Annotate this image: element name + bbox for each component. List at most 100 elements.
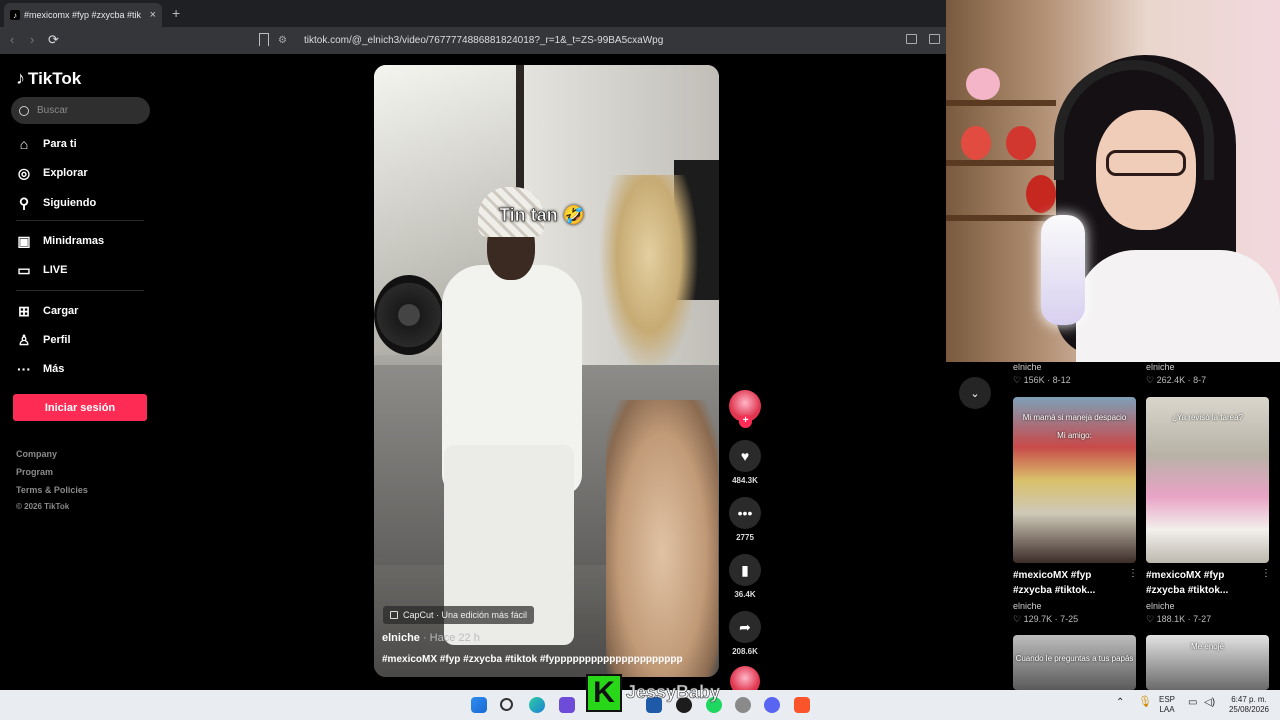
video-caption-overlay: Tin tan 🤣	[499, 205, 586, 226]
comment-count: 2775	[736, 533, 754, 542]
rec-author[interactable]: elniche	[1013, 601, 1078, 611]
like-count: 484.3K	[732, 476, 758, 485]
webcam-shelf	[946, 215, 1056, 221]
rec-author[interactable]: elniche	[1013, 362, 1071, 372]
video-author[interactable]: elniche · Hace 22 h	[382, 632, 480, 644]
clock[interactable]: 6:47 p. m. 25/08/2026	[1226, 695, 1272, 715]
discord-icon[interactable]	[764, 697, 780, 713]
sidebar-item-cargar[interactable]: ⊞ Cargar	[16, 303, 78, 319]
webcam-plush	[1006, 126, 1036, 160]
sidebar-item-para-ti[interactable]: ⌂ Para ti	[16, 136, 77, 152]
rec-thumbnail[interactable]: Cuando le preguntas a tus papás	[1013, 635, 1136, 690]
video-scene-plant	[599, 175, 699, 375]
share-icon[interactable]: ➦	[729, 611, 761, 643]
sidebar-item-minidramas[interactable]: ▣ Minidramas	[16, 233, 104, 249]
video-age: · Hace 22 h	[419, 632, 480, 644]
upload-icon: ⊞	[18, 302, 30, 319]
rec-author[interactable]: elniche	[1146, 601, 1211, 611]
url-field[interactable]: ⚙ tiktok.com/@_elnich3/video/76777748868…	[278, 30, 942, 51]
rec-thumb-caption: Mi amigo:	[1057, 431, 1092, 440]
microphone-icon[interactable]: 🎙	[1138, 697, 1152, 708]
footer-copyright: © 2026 TikTok	[16, 502, 70, 511]
browser-tab-bar: ♪ #mexicomx #fyp #zxycba #tik × +	[0, 0, 946, 27]
taskbar-search-icon[interactable]	[500, 698, 513, 711]
webcam-plush	[966, 68, 1000, 100]
video-player[interactable]: Tin tan 🤣 CapCut · Una edición más fácil…	[374, 65, 719, 677]
footer-link-terms[interactable]: Terms & Policies	[16, 485, 88, 495]
rec-title[interactable]: #mexicoMX #fyp #zxycba #tiktok...	[1013, 568, 1133, 598]
tiktok-logo[interactable]: ♪ TikTok	[16, 68, 81, 89]
rec-thumbnail[interactable]: Me enojé	[1146, 635, 1269, 690]
settings-gear-icon[interactable]	[735, 697, 751, 713]
video-scene-fan	[374, 275, 444, 355]
tiktok-sidebar: ♪ TikTok Buscar ⌂ Para ti ◎ Explorar ⚲ S…	[0, 54, 160, 690]
rec-heart-icon: ♡	[1013, 614, 1024, 624]
stream-k-logo: K	[586, 674, 622, 712]
like-action[interactable]: ♥ 484.3K	[727, 440, 763, 485]
rec-meta: elniche ♡ 188.1K · 7-27	[1146, 601, 1212, 624]
more-options-icon[interactable]: ⋮	[1128, 568, 1138, 579]
cast-icon[interactable]	[929, 34, 940, 44]
rec-thumb-caption: Me enojé	[1191, 642, 1224, 651]
rec-meta: elniche ♡ 129.7K · 7-25	[1013, 601, 1079, 624]
tab-title: #mexicomx #fyp #zxycba #tik	[24, 10, 142, 20]
creator-avatar[interactable]: +	[729, 390, 761, 428]
login-button[interactable]: Iniciar sesión	[13, 394, 147, 421]
share-count: 208.6K	[732, 647, 758, 656]
home-icon: ⌂	[19, 136, 29, 152]
webcam-plush	[961, 126, 991, 160]
site-info-icon[interactable]: ⚙	[278, 35, 294, 46]
rec-meta: elniche ♡ 262.4K · 8-7	[1146, 362, 1207, 385]
share-action[interactable]: ➦ 208.6K	[727, 611, 763, 656]
footer-link-company[interactable]: Company	[16, 449, 57, 459]
new-tab-button[interactable]: +	[172, 5, 180, 21]
webcam-shelf	[946, 160, 1056, 166]
compass-icon: ◎	[17, 164, 31, 181]
rec-thumb-caption: ¿Ya revisó la tarea?	[1172, 413, 1243, 422]
sidebar-item-explorar[interactable]: ◎ Explorar	[16, 165, 88, 181]
footer-link-program[interactable]: Program	[16, 467, 53, 477]
rec-thumbnail[interactable]: Mi mamá si maneja despacio Mi amigo:	[1013, 397, 1136, 563]
language-indicator[interactable]: ESP LAA	[1159, 695, 1175, 715]
search-icon	[19, 105, 29, 116]
rec-heart-icon: ♡	[1146, 375, 1157, 385]
webcam-overlay	[946, 0, 1280, 362]
next-video-button[interactable]: ⌄	[959, 377, 991, 409]
edge-icon[interactable]	[529, 697, 545, 713]
search-input[interactable]: Buscar	[11, 97, 150, 124]
browser-tab[interactable]: ♪ #mexicomx #fyp #zxycba #tik ×	[4, 3, 162, 27]
sidebar-item-live[interactable]: ▭ LIVE	[16, 262, 67, 278]
volume-icon[interactable]: ◁)	[1204, 698, 1215, 708]
reload-button[interactable]: ⟳	[48, 32, 59, 48]
tab-close-icon[interactable]: ×	[150, 9, 156, 21]
sidebar-item-mas[interactable]: ··· Más	[16, 361, 64, 377]
more-icon: ···	[17, 361, 31, 377]
rec-title[interactable]: #mexicoMX #fyp #zxycba #tiktok...	[1146, 568, 1266, 598]
rec-thumbnail[interactable]: ¿Ya revisó la tarea?	[1146, 397, 1269, 563]
windows-start-icon[interactable]	[471, 697, 487, 713]
comment-icon[interactable]: •••	[729, 497, 761, 529]
translate-icon[interactable]	[906, 34, 917, 44]
back-button[interactable]: ‹	[10, 32, 14, 47]
rec-author[interactable]: elniche	[1146, 362, 1206, 372]
save-action[interactable]: ▮ 36.4K	[727, 554, 763, 599]
chevron-up-icon[interactable]: ⌃	[1116, 698, 1124, 708]
taskbar-app-icon[interactable]	[559, 697, 575, 713]
network-icon[interactable]: ▭	[1188, 698, 1197, 708]
sidebar-item-siguiendo[interactable]: ⚲ Siguiendo	[16, 195, 96, 211]
brave-icon[interactable]	[794, 697, 810, 713]
forward-button[interactable]: ›	[30, 32, 34, 47]
video-description[interactable]: #mexicoMX #fyp #zxycba #tiktok #fypppppp…	[382, 654, 712, 665]
bookmark-icon[interactable]	[259, 33, 269, 46]
streamer-name: JessyBaby	[626, 682, 721, 703]
more-options-icon[interactable]: ⋮	[1261, 568, 1271, 579]
search-placeholder: Buscar	[37, 105, 69, 116]
capcut-badge[interactable]: CapCut · Una edición más fácil	[383, 606, 535, 624]
url-text: tiktok.com/@_elnich3/video/7677774886881…	[304, 35, 664, 46]
screen: ♪ #mexicomx #fyp #zxycba #tik × + ‹ › ⟳ …	[0, 0, 1280, 720]
sidebar-item-perfil[interactable]: ♙ Perfil	[16, 332, 71, 348]
heart-icon[interactable]: ♥	[729, 440, 761, 472]
bookmark-save-icon[interactable]: ▮	[729, 554, 761, 586]
comment-action[interactable]: ••• 2775	[727, 497, 763, 542]
follow-plus-icon[interactable]: +	[739, 415, 752, 428]
